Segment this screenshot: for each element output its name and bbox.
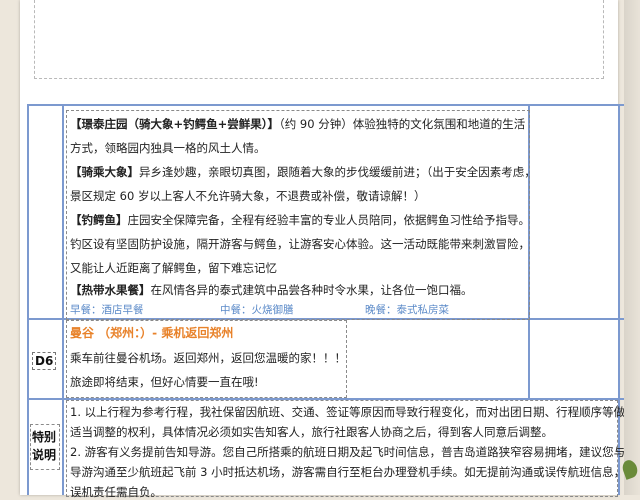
attraction-line-7: 又能让人近距离了解鳄鱼，留下难忘记忆 <box>70 260 277 276</box>
notes-label-line: 说明 <box>31 448 56 462</box>
d6-line-1: 乘车前往曼谷机场。返回郑州，返回您温暖的家！！！ <box>70 351 346 365</box>
attraction-text: 又能让人近距离了解鳄鱼，留下难忘记忆 <box>70 261 277 275</box>
attraction-line-5: 【钓鳄鱼】庄园安全保障完备，全程有经验丰富的专业人员陪同，依据鳄鱼习性给予指导。 <box>70 212 530 228</box>
attraction-title: 【钓鳄鱼】 <box>70 213 128 227</box>
attraction-title: 【骑乘大象】 <box>70 165 139 179</box>
notes-label: 特别 说明 <box>30 428 58 464</box>
notes-line: 导游沟通至少航班起飞前 3 小时抵达机场，游客需自行至柜台办理登机手续。如无提前… <box>70 465 626 479</box>
day-label: D6 <box>32 352 57 370</box>
table-label-column-border <box>62 104 64 495</box>
notes-line: 1. 以上行程为参考行程，我社保留因航班、交通、签证等原因而导致行程变化，而对出… <box>70 405 626 419</box>
attraction-line-3: 【骑乘大象】异乡逢妙趣，亲眼切真图，跟随着大象的步伐缓缓前进；（出于安全因素考虑… <box>70 164 536 180</box>
attraction-text: 景区规定 60 岁以上客人不允许骑大象，不退费或补偿，敬请谅解！） <box>70 189 426 203</box>
attraction-line-6: 钓区设有坚固防护设施，隔开游客与鳄鱼，让游客安心体验。这一活动既能带来刺激冒险， <box>70 236 530 252</box>
attraction-text: 方式，领略园内独具一格的风土人情。 <box>70 141 266 155</box>
meal-dinner: 晚餐：泰式私房菜 <box>365 304 449 316</box>
meal-breakfast: 早餐：酒店早餐 <box>70 304 144 316</box>
d6-line-2: 旅途即将结束，但好心情要一直在哦! <box>70 375 259 389</box>
notes-label-line: 特别 <box>31 430 56 444</box>
attraction-text: 异乡逢妙趣，亲眼切真图，跟随着大象的步伐缓缓前进；（出于安全因素考虑， <box>139 165 536 179</box>
attraction-text: 钓区设有坚固防护设施，隔开游客与鳄鱼，让游客安心体验。这一活动既能带来刺激冒险， <box>70 237 530 251</box>
d6-title: 曼谷 （郑州：）- 乘机返回郑州 <box>70 326 234 340</box>
attraction-line-4: 景区规定 60 岁以上客人不允许骑大象，不退费或补偿，敬请谅解！） <box>70 188 425 204</box>
attraction-line-2: 方式，领略园内独具一格的风土人情。 <box>70 140 266 156</box>
table-top-border <box>27 104 628 106</box>
attraction-text: 在风情各异的泰式建筑中品尝各种时令水果，让各位一饱口福。 <box>150 283 473 297</box>
meal-lunch: 中餐：火烧御膳 <box>220 304 294 316</box>
table-left-border <box>27 104 29 495</box>
attraction-title: 【璟泰庄园（骑大象+钓鳄鱼+尝鲜果）】 <box>70 117 280 131</box>
page-header-area <box>34 0 604 79</box>
table-right-border <box>618 104 620 495</box>
attraction-text: 庄园安全保障完备，全程有经验丰富的专业人员陪同，依据鳄鱼习性给予指导。 <box>127 213 531 227</box>
notes-line: 误机责任需自负。 <box>70 485 162 499</box>
attraction-line-8: 【热带水果餐】在风情各异的泰式建筑中品尝各种时令水果，让各位一饱口福。 <box>70 282 473 298</box>
notes-line: 适当调整的权利，具体情况必须如实告知客人，旅行社跟客人协商之后，得到客人同意后调… <box>70 425 553 439</box>
attraction-text: （约 90 分钟）体验独特的文化氛围和地道的生活 <box>279 117 526 131</box>
attraction-line-1: 【璟泰庄园（骑大象+钓鳄鱼+尝鲜果）】（约 90 分钟）体验独特的文化氛围和地道… <box>70 116 525 132</box>
attraction-title: 【热带水果餐】 <box>70 283 151 297</box>
page-edge-shadow <box>624 0 640 495</box>
notes-line: 2. 游客有义务提前告知导游。您自己所搭乘的航班日期及起飞时间信息，普吉岛道路狭… <box>70 445 626 459</box>
